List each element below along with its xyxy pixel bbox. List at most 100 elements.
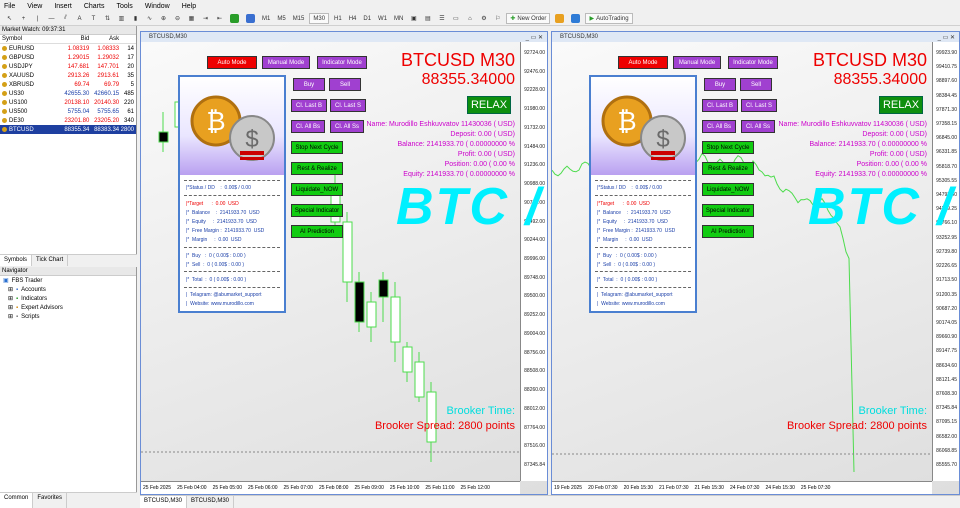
menu-window[interactable]: Window [145,3,170,10]
chart-window-icon[interactable]: ▤ [422,13,433,24]
chart-title-bar[interactable]: BTCUSD,M30 _ ▭ ✕ [141,32,547,42]
autoscroll-icon[interactable]: ⇥ [200,13,211,24]
text-icon[interactable]: A [74,13,85,24]
line-icon[interactable]: | [32,13,43,24]
tf-m30[interactable]: M30 [309,13,329,24]
tf-m5[interactable]: M5 [275,13,287,24]
tab-tick-chart[interactable]: Tick Chart [32,255,68,266]
templates-icon[interactable] [244,13,257,24]
menu-insert[interactable]: Insert [54,3,72,10]
window-controls[interactable]: _ ▭ ✕ [526,34,543,41]
symbol-row[interactable]: XBRUSD 69.74 69.79 5 [0,80,136,89]
tf-h1[interactable]: H1 [332,13,344,24]
tab-common[interactable]: Common [0,493,33,508]
stop-next-cycle-button[interactable]: Stop Next Cycle [291,141,343,154]
ai-prediction-button[interactable]: AI Prediction [291,225,343,238]
relax-button[interactable]: RELAX [467,96,511,114]
close-last-buy-button[interactable]: Cl. Last B [291,99,327,112]
rest-realize-button[interactable]: Rest & Realize [291,162,343,175]
menu-tools[interactable]: Tools [116,3,132,10]
shift-icon[interactable]: ⇤ [214,13,225,24]
manual-mode-button[interactable]: Manual Mode [673,56,721,69]
chart-tab-1[interactable]: BTCUSD,M30 [140,496,187,508]
tf-w1[interactable]: W1 [376,13,389,24]
symbol-row[interactable]: EURUSD 1.08319 1.08333 14 [0,44,136,53]
liquidate-now-button[interactable]: Liquidate_NOW [291,183,343,196]
symbol-row[interactable]: XAUUSD 2913.26 2913.61 35 [0,71,136,80]
menu-charts[interactable]: Charts [84,3,105,10]
candle-chart-icon[interactable]: ▮ [130,13,141,24]
tf-d1[interactable]: D1 [361,13,373,24]
time-axis[interactable]: 25 Feb 2025 25 Feb 04:00 25 Feb 05:00 25 Fe… [141,481,520,494]
chart-window-1[interactable]: BTCUSD,M30 _ ▭ ✕ 92724.00 92476.00 92228.00… [140,31,548,495]
buy-button[interactable]: Buy [293,78,325,91]
ai-prediction-button[interactable]: AI Prediction [702,225,754,238]
line-chart-icon[interactable]: ∿ [144,13,155,24]
bar-chart-icon[interactable]: ▥ [116,13,127,24]
header-bid[interactable]: Bid [60,36,90,42]
tester-icon[interactable]: ⌂ [464,13,475,24]
price-axis[interactable]: 92724.00 92476.00 92228.00 91980.00 91732.00… [520,42,547,481]
buy-button[interactable]: Buy [704,78,736,91]
sell-button[interactable]: Sell [740,78,772,91]
symbol-row-selected[interactable]: BTCUSD 88355.34 88383.34 2800 [0,125,136,134]
symbol-row[interactable]: DE30 23201.80 23205.20 340 [0,116,136,125]
nav-item-accounts[interactable]: ⊞ ▪ Accounts [0,285,136,294]
close-last-sell-button[interactable]: Cl. Last S [330,99,366,112]
rest-realize-button[interactable]: Rest & Realize [702,162,754,175]
tf-h4[interactable]: H4 [347,13,359,24]
market-icon[interactable]: ⚐ [492,13,503,24]
metaeditor-icon[interactable] [569,13,582,24]
header-ask[interactable]: Ask [89,36,119,42]
tf-mn[interactable]: MN [392,13,405,24]
signals-icon[interactable] [553,13,566,24]
tf-m15[interactable]: M15 [291,13,307,24]
price-axis[interactable]: 99923.90 99410.75 98897.60 98384.45 97871.30… [932,42,959,481]
symbol-row[interactable]: US100 20138.10 20140.30 220 [0,98,136,107]
crosshair-icon[interactable]: + [18,13,29,24]
close-last-buy-button[interactable]: Cl. Last B [702,99,738,112]
close-all-sells-button[interactable]: Cl. All Ss [330,120,364,133]
close-all-buys-button[interactable]: Cl. All Bs [702,120,736,133]
symbol-row[interactable]: USDJPY 147.681 147.701 20 [0,62,136,71]
cursor-icon[interactable]: ↖ [4,13,15,24]
menu-help[interactable]: Help [182,3,196,10]
nav-item-experts[interactable]: ⊞ ▪ Expert Advisors [0,303,136,312]
menu-file[interactable]: File [4,3,15,10]
window-controls[interactable]: _ ▭ ✕ [938,34,955,41]
special-indicator-button[interactable]: Special Indicator [702,204,754,217]
liquidate-now-button[interactable]: Liquidate_NOW [702,183,754,196]
symbol-row[interactable]: US30 42655.30 42660.15 485 [0,89,136,98]
header-symbol[interactable]: Symbol [0,36,60,42]
new-order-button[interactable]: ✚ New Order [506,13,550,24]
indicator-mode-button[interactable]: Indicator Mode [728,56,778,69]
indicator-mode-button[interactable]: Indicator Mode [317,56,367,69]
close-all-buys-button[interactable]: Cl. All Bs [291,120,325,133]
nav-item-scripts[interactable]: ⊞ ▪ Scripts [0,312,136,321]
close-last-sell-button[interactable]: Cl. Last S [741,99,777,112]
symbol-row[interactable]: US500 5755.04 5755.65 61 [0,107,136,116]
window-icon[interactable]: ▣ [408,13,419,24]
chart-window-2[interactable]: BTCUSD,M30 _ ▭ ✕ 99923.90 99410.75 98897.60… [551,31,960,495]
tf-m1[interactable]: M1 [260,13,272,24]
indicators-icon[interactable] [228,13,241,24]
arrows-icon[interactable]: ⇅ [102,13,113,24]
auto-mode-button[interactable]: Auto Mode [618,56,668,69]
time-axis[interactable]: 19 Feb 2025 20 Feb 07:30 20 Feb 15:30 21 Fe… [552,481,932,494]
tab-favorites[interactable]: Favorites [33,493,67,508]
symbol-row[interactable]: GBPUSD 1.29015 1.29032 17 [0,53,136,62]
terminal-icon[interactable]: ▭ [450,13,461,24]
tab-symbols[interactable]: Symbols [0,255,32,266]
zoom-out-icon[interactable]: ⊖ [172,13,183,24]
manual-mode-button[interactable]: Manual Mode [262,56,310,69]
nav-item-fbs-trader[interactable]: ▣ FBS Trader [0,276,136,285]
options-icon[interactable]: ⚙ [478,13,489,24]
nav-item-indicators[interactable]: ⊞ ▪ Indicators [0,294,136,303]
hline-icon[interactable]: — [46,13,57,24]
chart-title-bar[interactable]: BTCUSD,M30 _ ▭ ✕ [552,32,959,42]
relax-button[interactable]: RELAX [879,96,923,114]
label-icon[interactable]: T [88,13,99,24]
channel-icon[interactable]: ⫽ [60,13,71,24]
auto-mode-button[interactable]: Auto Mode [207,56,257,69]
navigator-icon[interactable]: ☰ [436,13,447,24]
